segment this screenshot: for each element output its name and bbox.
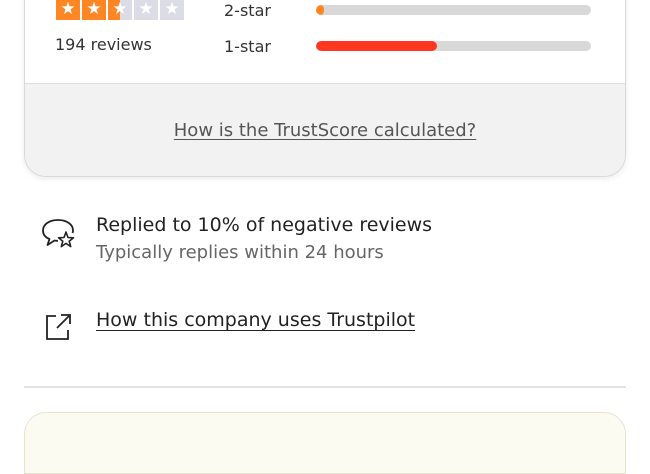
rating-row-1-star[interactable]: 1-star [224,36,591,56]
external-link-icon [46,314,71,340]
company-usage-row[interactable]: How this company uses Trustpilot [40,309,415,345]
star-icon: ★ [56,0,80,20]
rating-bar-fill [316,41,437,51]
star-half-icon: ★ [108,0,132,20]
star-icon: ★ [82,0,106,20]
star-empty-icon: ★ [134,0,158,20]
reply-rate-text: Replied to 10% of negative reviews [96,214,433,236]
rating-label: 2-star [224,0,271,20]
reply-info: Replied to 10% of negative reviews Typic… [40,214,432,263]
company-uses-trustpilot-link[interactable]: How this company uses Trustpilot [96,309,415,331]
chat-star-icon [42,219,75,248]
rating-label: 1-star [224,36,271,56]
rating-bar [316,41,591,51]
star-rating: ★ ★ ★ ★ ★ [56,0,184,20]
trustscore-calculation-link[interactable]: How is the TrustScore calculated? [174,120,476,141]
bottom-card [24,412,626,474]
rating-bar [316,5,591,15]
reply-time-text: Typically replies within 24 hours [96,242,384,263]
divider [24,386,626,388]
card-footer: How is the TrustScore calculated? [25,83,625,176]
rating-bar-fill [316,5,325,15]
rating-row-2-star[interactable]: 2-star [224,0,591,20]
star-empty-icon: ★ [160,0,184,20]
review-count: 194 reviews [55,35,152,54]
trustscore-card: ★ ★ ★ ★ ★ 194 reviews 2-star 1-star How … [24,0,626,177]
